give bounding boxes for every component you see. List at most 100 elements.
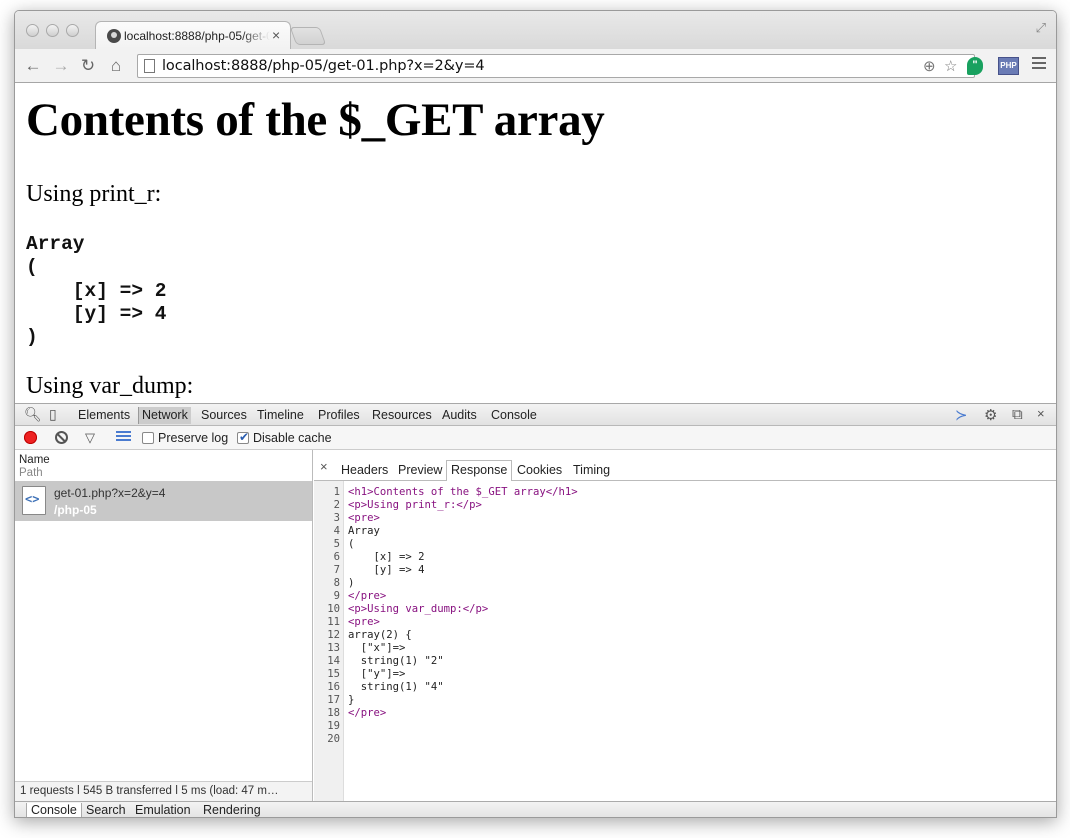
line-number: 15 bbox=[327, 668, 340, 680]
code-line: 12 array(2) { bbox=[314, 629, 1056, 642]
detail-tab-headers[interactable]: Headers bbox=[337, 461, 392, 481]
line-number: 9 bbox=[333, 590, 340, 602]
console-drawer-icon[interactable]: ≻ bbox=[955, 406, 968, 424]
code-line: 10 <p>Using var_dump:</p> bbox=[314, 603, 1056, 616]
drawer-tab-search[interactable]: Search bbox=[82, 803, 130, 817]
line-number: 18 bbox=[327, 707, 340, 719]
column-path: Path bbox=[19, 467, 43, 479]
favicon-icon bbox=[107, 29, 121, 43]
minimize-window-button[interactable] bbox=[46, 24, 59, 37]
php-extension-icon[interactable]: PHP bbox=[998, 57, 1019, 75]
code-line: 15 ["y"]=> bbox=[314, 668, 1056, 681]
close-detail-icon[interactable]: × bbox=[320, 459, 328, 474]
detail-tab-preview[interactable]: Preview bbox=[394, 461, 446, 481]
settings-gear-icon[interactable]: ⚙ bbox=[984, 406, 997, 424]
line-content: string(1) "4" bbox=[348, 681, 444, 693]
devtools-tab-sources[interactable]: Sources bbox=[198, 407, 250, 424]
code-line: 4 Array bbox=[314, 525, 1056, 538]
back-arrow-icon[interactable]: ← bbox=[22, 55, 44, 77]
detail-tab-response[interactable]: Response bbox=[446, 460, 513, 482]
line-content: [y] => 4 bbox=[348, 564, 425, 576]
devtools-drawer: Console Search Emulation Rendering bbox=[15, 801, 1056, 817]
address-bar[interactable]: localhost:8888/php-05/get-01.php?x=2&y=4… bbox=[137, 54, 975, 78]
devtools-tab-elements[interactable]: Elements bbox=[75, 407, 133, 424]
line-content: </pre> bbox=[348, 707, 387, 719]
preserve-log-box[interactable] bbox=[142, 432, 154, 444]
record-button[interactable] bbox=[24, 431, 37, 444]
device-mode-icon[interactable]: ▯ bbox=[49, 406, 57, 423]
tab-close-icon[interactable]: × bbox=[272, 27, 280, 43]
devtools-panel: 🔍︎ ▯ Elements Network Sources Timeline Profi… bbox=[15, 403, 1056, 817]
dock-icon[interactable]: ⧉ bbox=[1012, 406, 1023, 423]
new-tab-button[interactable] bbox=[289, 27, 327, 45]
zoom-window-button[interactable] bbox=[66, 24, 79, 37]
browser-window: localhost:8888/php-05/get-01.php?x=2&y=4… bbox=[14, 10, 1057, 818]
detail-tab-timing[interactable]: Timing bbox=[569, 461, 614, 481]
code-line: 19 bbox=[314, 720, 1056, 733]
request-row[interactable]: get-01.php?x=2&y=4 /php-05 bbox=[15, 481, 312, 521]
var-dump-label: Using var_dump: bbox=[26, 373, 194, 399]
code-line: 14 string(1) "2" bbox=[314, 655, 1056, 668]
devtools-tab-profiles[interactable]: Profiles bbox=[315, 407, 363, 424]
code-line: 1 <h1>Contents of the $_GET array</h1> bbox=[314, 486, 1056, 499]
disable-cache-box[interactable] bbox=[237, 430, 249, 444]
code-line: 20 bbox=[314, 733, 1056, 746]
zoom-icon[interactable]: ⊕ bbox=[923, 57, 936, 75]
inspect-search-icon[interactable]: 🔍︎ bbox=[24, 406, 42, 423]
line-number: 5 bbox=[333, 538, 340, 550]
network-toolbar: ▽ Preserve log Disable cache bbox=[15, 426, 1056, 450]
code-line: 7 [y] => 4 bbox=[314, 564, 1056, 577]
drawer-tab-emulation[interactable]: Emulation bbox=[131, 803, 195, 817]
line-content: Array bbox=[348, 525, 380, 537]
drawer-tab-rendering[interactable]: Rendering bbox=[199, 803, 265, 817]
request-list-header: Name Path bbox=[15, 450, 312, 481]
detail-tab-cookies[interactable]: Cookies bbox=[513, 461, 566, 481]
line-number: 19 bbox=[327, 720, 340, 732]
drawer-tab-console[interactable]: Console bbox=[26, 803, 82, 817]
preserve-log-checkbox[interactable]: Preserve log bbox=[142, 431, 228, 445]
line-content: </pre> bbox=[348, 590, 387, 602]
tab-title: localhost:8888/php-05/get-01.php?x=2&y=4 bbox=[124, 29, 270, 43]
line-content: } bbox=[348, 694, 355, 706]
close-devtools-icon[interactable]: × bbox=[1037, 406, 1045, 421]
line-number: 3 bbox=[333, 512, 340, 524]
line-content: <p>Using var_dump:</p> bbox=[348, 603, 489, 615]
devtools-tab-console[interactable]: Console bbox=[488, 407, 540, 424]
large-rows-icon[interactable] bbox=[116, 431, 131, 443]
line-number: 12 bbox=[327, 629, 340, 641]
code-line: 11 <pre> bbox=[314, 616, 1056, 629]
disable-cache-checkbox[interactable]: Disable cache bbox=[237, 430, 332, 445]
filter-icon[interactable]: ▽ bbox=[85, 430, 95, 446]
fullscreen-icon[interactable]: ⤢ bbox=[1036, 20, 1046, 36]
request-list: Name Path get-01.php?x=2&y=4 /php-05 1 r… bbox=[15, 450, 313, 801]
code-line: 8) bbox=[314, 577, 1056, 590]
menu-icon[interactable] bbox=[1032, 57, 1046, 73]
line-content: ) bbox=[348, 577, 355, 589]
code-line: 3 <pre> bbox=[314, 512, 1056, 525]
browser-tab-active[interactable]: localhost:8888/php-05/get-01.php?x=2&y=4… bbox=[95, 21, 291, 49]
network-status-bar: 1 requests ǀ 545 B transferred ǀ 5 ms (l… bbox=[15, 781, 312, 801]
forward-arrow-icon[interactable]: → bbox=[50, 55, 72, 77]
code-line: 2 <p>Using print_r:</p> bbox=[314, 499, 1056, 512]
html-document-icon bbox=[22, 486, 46, 515]
devtools-tab-network[interactable]: Network bbox=[138, 407, 191, 424]
bookmark-star-icon[interactable]: ☆ bbox=[944, 57, 957, 75]
address-bar-url[interactable]: localhost:8888/php-05/get-01.php?x=2&y=4 bbox=[162, 58, 485, 74]
line-number: 14 bbox=[327, 655, 340, 667]
clear-icon[interactable] bbox=[55, 431, 68, 444]
devtools-tab-timeline[interactable]: Timeline bbox=[254, 407, 307, 424]
column-name[interactable]: Name bbox=[19, 454, 50, 466]
code-line: 16 string(1) "4" bbox=[314, 681, 1056, 694]
line-number: 1 bbox=[333, 486, 340, 498]
request-detail: × Headers Preview Response Cookies Timing 1 <… bbox=[314, 450, 1056, 801]
reload-icon[interactable]: ↻ bbox=[77, 55, 99, 77]
home-icon[interactable]: ⌂ bbox=[105, 55, 127, 77]
hangouts-extension-icon[interactable]: " bbox=[967, 57, 983, 75]
print-r-output: Array ( [x] => 2 [y] => 4 ) bbox=[26, 233, 167, 349]
line-content: ["x"]=> bbox=[348, 642, 406, 654]
devtools-tab-audits[interactable]: Audits bbox=[439, 407, 480, 424]
line-content: string(1) "2" bbox=[348, 655, 444, 667]
devtools-tab-resources[interactable]: Resources bbox=[369, 407, 435, 424]
close-window-button[interactable] bbox=[26, 24, 39, 37]
line-content: <p>Using print_r:</p> bbox=[348, 499, 482, 511]
